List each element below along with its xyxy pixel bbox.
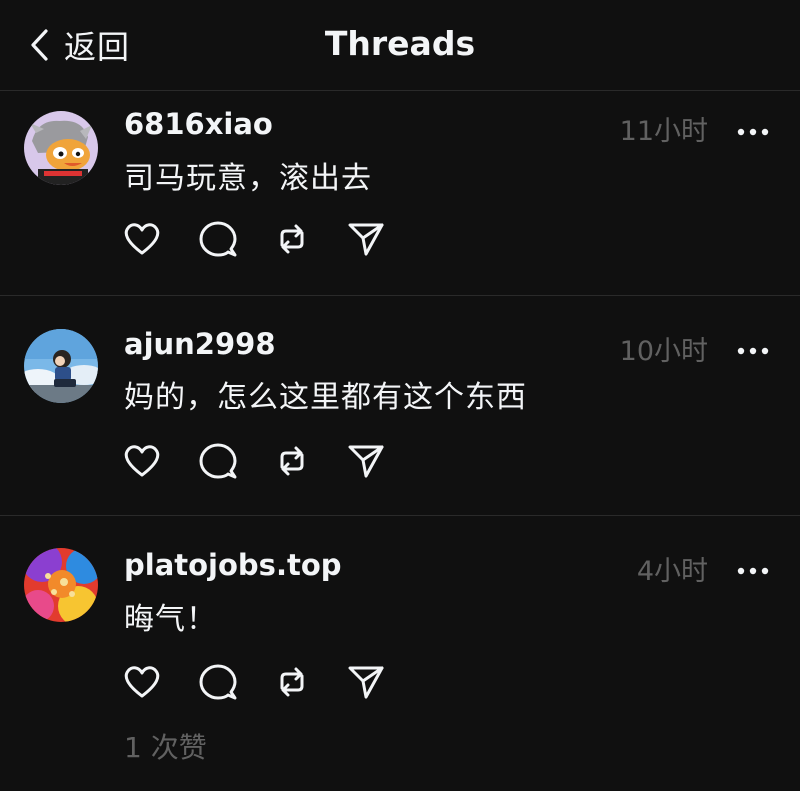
- action-bar: [122, 662, 402, 702]
- comment-icon[interactable]: [198, 441, 238, 481]
- username[interactable]: ajun2998: [124, 327, 276, 361]
- send-icon[interactable]: [346, 441, 386, 481]
- comment-icon[interactable]: [198, 662, 238, 702]
- send-icon[interactable]: [346, 662, 386, 702]
- repost-icon[interactable]: [272, 219, 312, 259]
- comment-icon[interactable]: [198, 219, 238, 259]
- username[interactable]: 6816xiao: [124, 107, 273, 141]
- post-text: 妈的，怎么这里都有这个东西: [124, 380, 527, 415]
- post-text: 晦气！: [124, 602, 217, 637]
- thread-post: platojobs.top 4小时 晦气！ 1 次赞: [0, 516, 800, 791]
- timestamp: 10小时: [619, 336, 708, 367]
- more-horizontal-icon[interactable]: [736, 123, 770, 136]
- action-bar: [122, 219, 402, 259]
- repost-icon[interactable]: [272, 662, 312, 702]
- action-bar: [122, 441, 402, 481]
- thread-post: 6816xiao 11小时 司马玩意，滚出去: [0, 91, 800, 296]
- page-title: Threads: [324, 24, 476, 63]
- thread-post: ajun2998 10小时 妈的，怎么这里都有这个东西: [0, 296, 800, 516]
- repost-icon[interactable]: [272, 441, 312, 481]
- heart-icon[interactable]: [122, 441, 162, 481]
- timestamp: 11小时: [619, 116, 708, 147]
- avatar[interactable]: [24, 329, 98, 403]
- top-bar: 返回 Threads: [0, 0, 800, 91]
- more-horizontal-icon[interactable]: [736, 562, 770, 575]
- heart-icon[interactable]: [122, 219, 162, 259]
- more-horizontal-icon[interactable]: [736, 342, 770, 355]
- timestamp: 4小时: [636, 556, 708, 587]
- avatar[interactable]: [24, 111, 98, 185]
- heart-icon[interactable]: [122, 662, 162, 702]
- like-count[interactable]: 1 次赞: [124, 726, 207, 766]
- post-text: 司马玩意，滚出去: [124, 161, 372, 196]
- send-icon[interactable]: [346, 219, 386, 259]
- username[interactable]: platojobs.top: [124, 548, 342, 582]
- avatar[interactable]: [24, 548, 98, 622]
